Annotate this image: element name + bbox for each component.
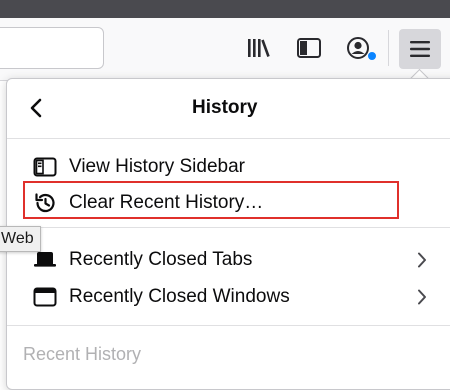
window-titlebar xyxy=(0,0,450,18)
sidebars-icon[interactable] xyxy=(296,35,322,61)
divider xyxy=(7,325,450,326)
library-icon[interactable] xyxy=(246,35,272,61)
panel-title: History xyxy=(192,97,258,118)
view-history-sidebar-item[interactable]: View History Sidebar xyxy=(21,149,450,185)
recent-history-heading: Recent History xyxy=(23,344,142,364)
item-label: Clear Recent History… xyxy=(69,192,264,213)
back-button[interactable] xyxy=(25,97,47,119)
chevron-right-icon xyxy=(415,251,429,269)
navigation-toolbar xyxy=(0,18,450,81)
history-panel: History View History Sidebar Clear Recen… xyxy=(6,78,450,390)
notification-dot xyxy=(367,51,377,61)
url-bar[interactable] xyxy=(0,27,104,69)
toolbar-separator xyxy=(388,30,389,66)
window-icon xyxy=(33,286,57,308)
recently-closed-tabs-item[interactable]: Recently Closed Tabs xyxy=(21,242,450,278)
clear-recent-history-item[interactable]: Clear Recent History… xyxy=(21,185,450,221)
closed-tab-icon xyxy=(33,249,57,271)
chevron-left-icon xyxy=(30,98,42,118)
item-label: View History Sidebar xyxy=(69,156,246,177)
hamburger-menu-icon[interactable] xyxy=(399,29,441,69)
item-label: Recently Closed Windows xyxy=(69,286,290,307)
sidebar-icon xyxy=(33,156,57,178)
panel-header: History xyxy=(7,79,450,137)
divider xyxy=(7,138,450,139)
divider xyxy=(7,227,450,228)
tooltip: Web xyxy=(0,226,41,252)
history-clock-icon xyxy=(33,192,57,214)
item-label: Recently Closed Tabs xyxy=(69,249,253,270)
chevron-right-icon xyxy=(415,288,429,306)
recently-closed-windows-item[interactable]: Recently Closed Windows xyxy=(21,279,450,315)
